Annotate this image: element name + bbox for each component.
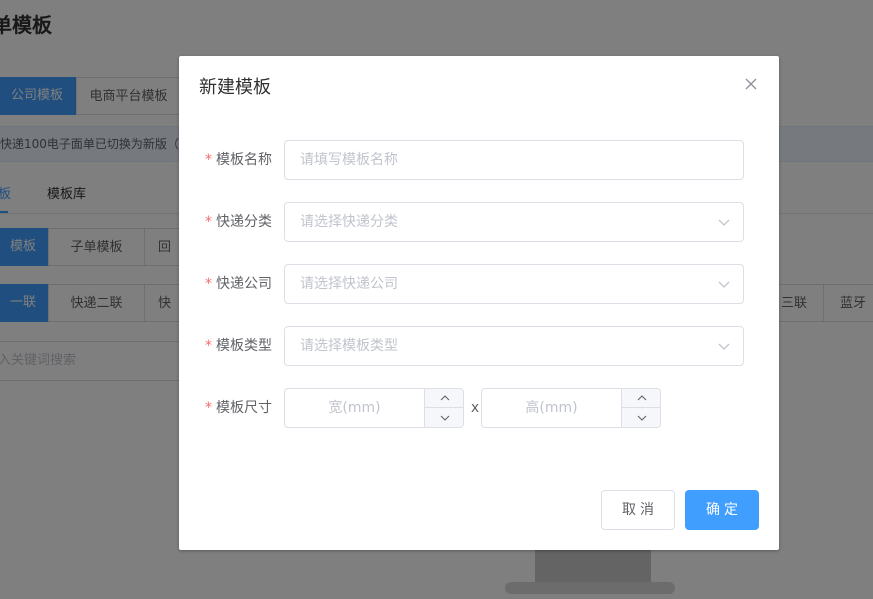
close-button[interactable] <box>741 74 761 94</box>
required-mark: * <box>205 152 212 168</box>
height-stepper <box>481 388 661 428</box>
height-input[interactable] <box>482 389 621 427</box>
dialog-title: 新建模板 <box>199 77 271 98</box>
form-row-company: * 快递公司 <box>179 264 779 304</box>
form-row-type: * 模板类型 <box>179 326 779 366</box>
new-template-dialog: 新建模板 *模板名称 *快递分类 *快递公司 *模板类型 *模板尺寸 <box>179 56 779 550</box>
express-category-select[interactable] <box>284 202 744 242</box>
required-mark: * <box>205 338 212 354</box>
size-label: * 模板尺寸 <box>205 400 272 416</box>
form-row-category: * 快递分类 <box>179 202 779 242</box>
express-company-select[interactable] <box>284 264 744 304</box>
confirm-button[interactable]: 确定 <box>685 490 759 530</box>
template-type-select[interactable] <box>284 326 744 366</box>
width-increase-button[interactable] <box>424 389 463 408</box>
type-label: * 模板类型 <box>205 338 272 354</box>
chevron-down-icon <box>717 339 731 353</box>
width-stepper <box>284 388 464 428</box>
height-decrease-button[interactable] <box>621 408 660 427</box>
company-label: * 快递公司 <box>205 276 272 292</box>
chevron-up-icon <box>637 395 646 401</box>
required-mark: * <box>205 214 212 230</box>
width-decrease-button[interactable] <box>424 408 463 427</box>
chevron-down-icon <box>717 277 731 291</box>
required-mark: * <box>205 276 212 292</box>
cancel-button[interactable]: 取消 <box>601 490 675 530</box>
size-separator: x <box>470 400 480 416</box>
width-input[interactable] <box>285 389 424 427</box>
chevron-down-icon <box>637 415 646 421</box>
chevron-up-icon <box>440 395 449 401</box>
template-name-input[interactable] <box>284 140 744 180</box>
form-row-name: * 模板名称 <box>179 140 779 180</box>
close-icon <box>745 78 757 90</box>
category-label: * 快递分类 <box>205 214 272 230</box>
height-increase-button[interactable] <box>621 389 660 408</box>
chevron-down-icon <box>440 415 449 421</box>
name-label: * 模板名称 <box>205 152 272 168</box>
form-row-size: *模板尺寸 x <box>179 388 779 428</box>
required-mark: * <box>205 400 212 416</box>
chevron-down-icon <box>717 215 731 229</box>
